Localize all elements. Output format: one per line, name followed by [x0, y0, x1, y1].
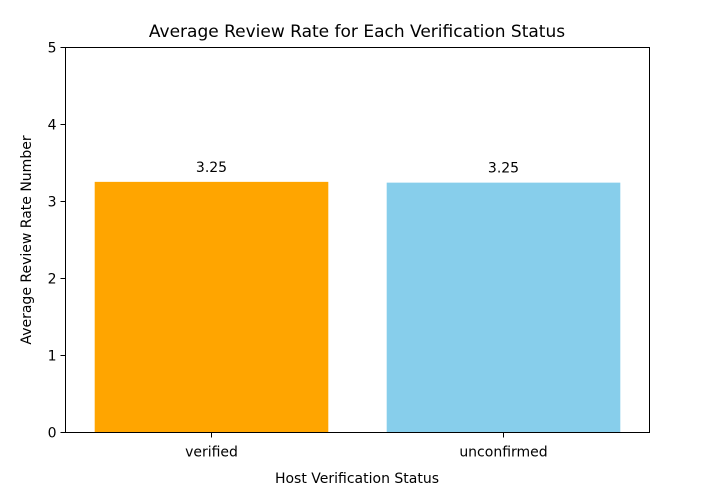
x-tick-label: verified — [185, 445, 238, 461]
bar-unconfirmed — [386, 182, 621, 433]
data-label-verified: 3.25 — [196, 160, 227, 176]
y-tick-label: 3 — [48, 195, 57, 211]
bar-chart: Average Review Rate for Each Verificatio… — [19, 22, 650, 487]
data-label-unconfirmed: 3.25 — [488, 161, 519, 177]
bar-verified — [94, 181, 329, 433]
y-tick-label: 0 — [48, 426, 57, 442]
y-tick-label: 4 — [48, 118, 57, 134]
y-tick-label: 1 — [48, 349, 57, 365]
x-tick-label: unconfirmed — [459, 445, 547, 461]
chart-title: Average Review Rate for Each Verificatio… — [149, 22, 565, 42]
y-axis-label: Average Review Rate Number — [19, 135, 35, 344]
y-tick-label: 5 — [48, 41, 57, 57]
y-tick-label: 2 — [48, 272, 57, 288]
x-axis-label: Host Verification Status — [275, 471, 439, 487]
